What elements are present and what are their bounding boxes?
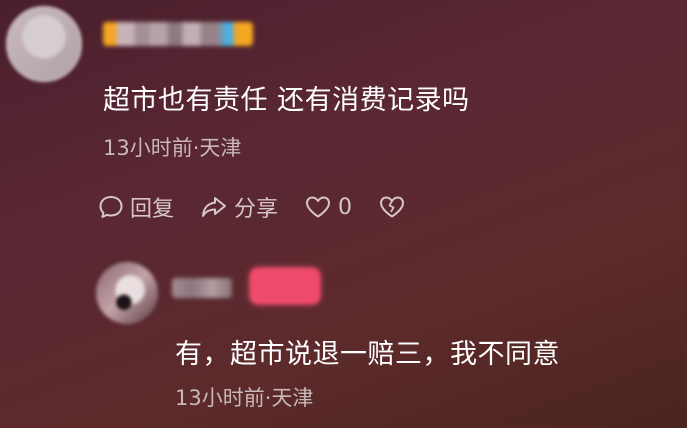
comment-actions: 回复 分享 0 bbox=[98, 190, 438, 224]
comment-text: 超市也有责任 还有消费记录吗 bbox=[103, 85, 470, 116]
commenter-username-blurred[interactable] bbox=[103, 22, 253, 46]
like-count: 0 bbox=[338, 194, 353, 220]
share-label: 分享 bbox=[234, 197, 279, 222]
comment-meta: 13小时前·天津 bbox=[103, 136, 242, 160]
author-badge-blurred bbox=[250, 268, 320, 304]
broken-heart-icon bbox=[380, 196, 405, 218]
commenter-avatar[interactable] bbox=[6, 6, 82, 82]
dislike-button[interactable] bbox=[378, 194, 412, 220]
reply-avatar[interactable] bbox=[96, 262, 158, 324]
share-button[interactable]: 分享 bbox=[200, 191, 278, 223]
like-button[interactable]: 0 bbox=[304, 194, 352, 220]
share-arrow-icon bbox=[202, 197, 227, 217]
reply-label: 回复 bbox=[130, 197, 175, 222]
reply-text: 有，超市说退一赔三，我不同意 bbox=[175, 339, 560, 370]
reply-button[interactable]: 回复 bbox=[98, 191, 174, 223]
reply-meta: 13小时前·天津 bbox=[175, 386, 314, 410]
heart-icon bbox=[306, 196, 331, 218]
reply-username-blurred[interactable] bbox=[172, 278, 232, 298]
chat-bubble-icon bbox=[99, 196, 123, 218]
